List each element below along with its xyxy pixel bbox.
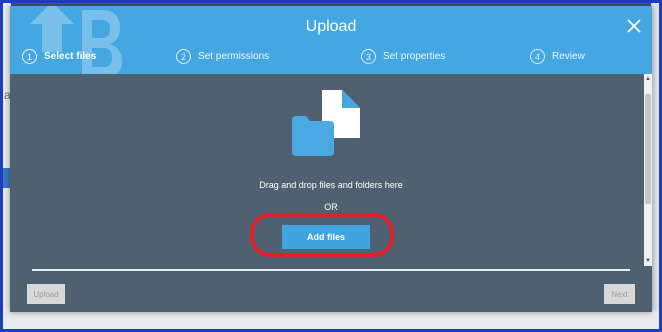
step-number: 4 <box>530 49 545 64</box>
files-folder-icon <box>292 90 360 156</box>
upload-button[interactable]: Upload <box>27 284 65 304</box>
step-label: Set permissions <box>198 51 270 62</box>
step-number: 1 <box>22 49 37 64</box>
divider <box>32 269 630 271</box>
wizard-steps: 1 Select files 2 Set permissions 3 Set p… <box>10 49 652 69</box>
scroll-down-icon[interactable]: ▼ <box>645 258 651 264</box>
step-label: Review <box>552 51 585 62</box>
background-page-bottom <box>3 311 659 329</box>
step-label: Set properties <box>383 51 446 62</box>
add-files-button[interactable]: Add files <box>282 225 370 249</box>
close-icon[interactable] <box>626 18 642 34</box>
dialog-title: Upload <box>305 18 357 35</box>
or-separator: OR <box>324 202 338 212</box>
step-number: 2 <box>176 49 191 64</box>
scrollbar-thumb[interactable] <box>645 94 651 204</box>
dialog-header: Upload 1 Select files 2 Set permissions … <box>10 6 652 74</box>
step-set-permissions[interactable]: 2 Set permissions <box>176 49 269 64</box>
step-number: 3 <box>361 49 376 64</box>
scroll-up-icon[interactable]: ▲ <box>645 76 651 82</box>
upload-dialog: Upload 1 Select files 2 Set permissions … <box>10 6 652 312</box>
step-review[interactable]: 4 Review <box>530 49 585 64</box>
step-select-files[interactable]: 1 Select files <box>22 49 96 64</box>
step-set-properties[interactable]: 3 Set properties <box>361 49 445 64</box>
next-button[interactable]: Next <box>604 284 635 304</box>
drag-drop-instruction: Drag and drop files and folders here <box>259 180 403 190</box>
dropzone[interactable]: Drag and drop files and folders here OR … <box>10 74 652 312</box>
background-page-right <box>651 3 659 329</box>
scrollbar[interactable]: ▲ ▼ <box>644 74 652 266</box>
step-label: Select files <box>44 51 97 62</box>
